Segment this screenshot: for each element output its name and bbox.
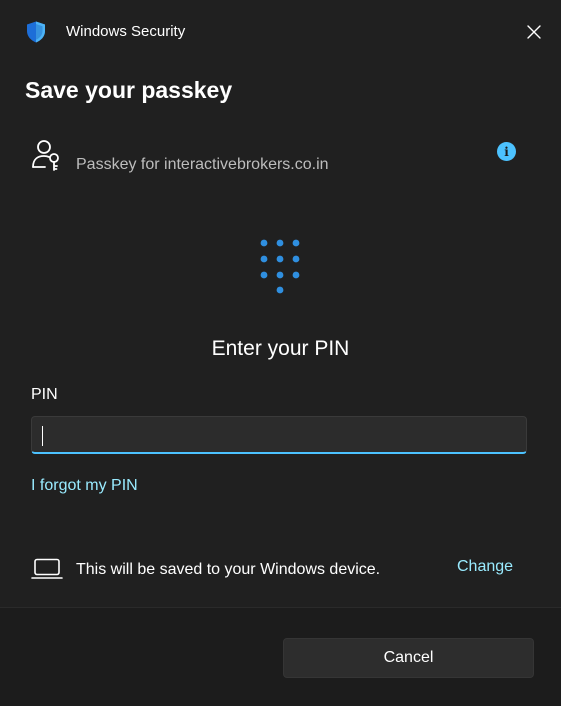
cancel-button[interactable]: Cancel <box>283 638 534 678</box>
close-icon <box>527 25 541 39</box>
forgot-pin-link[interactable]: I forgot my PIN <box>31 477 138 495</box>
windows-security-shield-icon <box>27 21 45 43</box>
info-icon: i <box>504 144 509 159</box>
laptop-icon <box>31 558 63 579</box>
change-link[interactable]: Change <box>457 558 513 576</box>
pin-pad-icon <box>260 239 300 294</box>
text-caret <box>42 426 43 446</box>
windows-security-dialog: Windows Security Save your passkey Passk… <box>0 0 561 706</box>
enter-pin-heading: Enter your PIN <box>211 337 350 360</box>
passkey-site-label: Passkey for interactivebrokers.co.in <box>76 156 329 173</box>
title-bar: Windows Security <box>0 0 561 64</box>
save-location-text: This will be saved to your Windows devic… <box>76 561 381 578</box>
window-title: Windows Security <box>66 23 186 40</box>
pin-input[interactable] <box>31 416 527 454</box>
info-button[interactable]: i <box>497 142 516 161</box>
person-key-icon <box>32 140 59 171</box>
dialog-heading: Save your passkey <box>25 77 233 103</box>
pin-field-label: PIN <box>31 386 58 403</box>
close-button[interactable] <box>518 16 550 48</box>
